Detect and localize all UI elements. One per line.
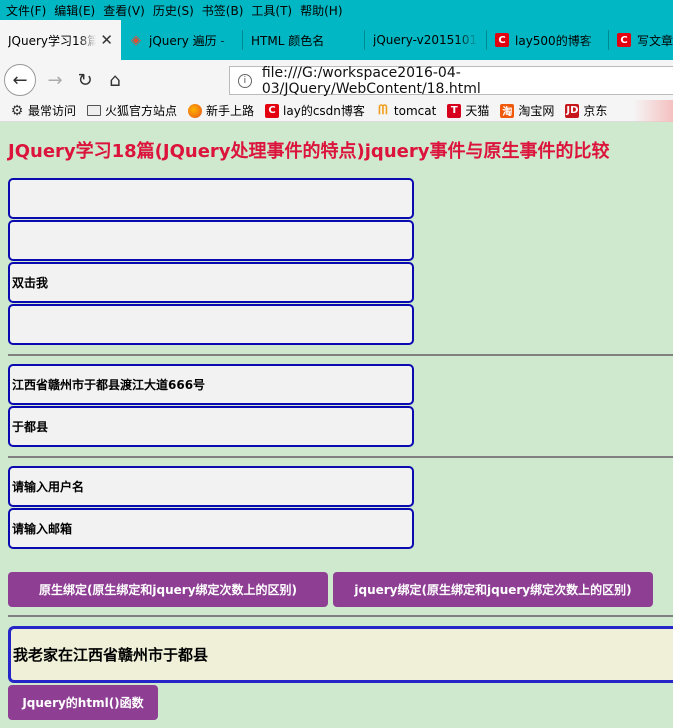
tab-jquery-study-18[interactable]: JQuery学习18篇 ✕ xyxy=(0,20,121,60)
username-field[interactable]: 请输入用户名 xyxy=(8,466,414,507)
county-box[interactable]: 于都县 xyxy=(8,406,414,447)
jquery-html-button[interactable]: Jquery的html()函数 xyxy=(8,685,158,720)
menu-help[interactable]: 帮助(H) xyxy=(298,2,348,19)
event-box[interactable] xyxy=(8,178,414,219)
tab-write-article[interactable]: C 写文章 xyxy=(609,20,673,60)
divider xyxy=(8,456,673,458)
jquery-bind-button[interactable]: jquery绑定(原生绑定和jquery绑定次数上的区别) xyxy=(333,572,653,607)
tab-jquery-version[interactable]: jQuery-v2015101 xyxy=(365,20,486,60)
back-arrow-icon[interactable]: ← xyxy=(4,64,36,96)
tab-label: lay500的博客 xyxy=(515,33,592,48)
bookmark-tmall[interactable]: T 天猫 xyxy=(447,102,489,119)
bookmark-label: lay的csdn博客 xyxy=(283,104,365,118)
tab-label: HTML 颜色名 xyxy=(251,33,325,48)
menu-edit[interactable]: 编辑(E) xyxy=(52,2,101,19)
taobao-icon: 淘 xyxy=(500,103,515,118)
email-field[interactable]: 请输入邮箱 xyxy=(8,508,414,549)
info-icon[interactable]: i xyxy=(238,73,252,88)
url-text: file:///G:/workspace2016-04-03/JQuery/We… xyxy=(261,64,481,97)
page-title: JQuery学习18篇(JQuery处理事件的特点)jquery事件与原生事件的… xyxy=(8,141,610,162)
menu-history[interactable]: 历史(S) xyxy=(151,2,200,19)
bookmark-label: tomcat xyxy=(393,103,437,118)
event-box[interactable] xyxy=(8,220,414,261)
native-bind-button[interactable]: 原生绑定(原生绑定和jquery绑定次数上的区别) xyxy=(8,572,328,607)
tab-label: 写文章 xyxy=(637,33,673,48)
divider xyxy=(8,615,673,617)
menu-view[interactable]: 查看(V) xyxy=(101,2,151,19)
bookmark-jd[interactable]: JD 京东 xyxy=(565,102,607,119)
tab-html-color-names[interactable]: HTML 颜色名 xyxy=(243,20,364,60)
overflow-fade xyxy=(633,100,673,122)
bookmark-label: 新手上路 xyxy=(206,104,255,118)
hometown-box: 我老家在江西省赣州市于都县 xyxy=(8,626,673,683)
csdn-icon: C xyxy=(495,33,509,47)
gear-icon: ⚙ xyxy=(10,102,24,119)
bookmark-tomcat[interactable]: ᗰ tomcat xyxy=(376,103,437,118)
bookmark-label: 淘宝网 xyxy=(518,104,555,118)
bookmark-firefox-site[interactable]: 火狐官方站点 xyxy=(87,102,177,119)
page-content: JQuery学习18篇(JQuery处理事件的特点)jquery事件与原生事件的… xyxy=(0,123,673,728)
menu-file[interactable]: 文件(F) xyxy=(4,2,52,19)
hometown-text: 我老家在江西省赣州市于都县 xyxy=(13,646,209,664)
jquery-icon: ◈ xyxy=(131,32,141,48)
tab-label: jQuery-v2015101 xyxy=(373,33,478,47)
bookmark-label: 天猫 xyxy=(465,104,490,118)
bookmark-label: 京东 xyxy=(583,104,608,118)
bookmark-most-visited[interactable]: ⚙ 最常访问 xyxy=(10,102,76,119)
firefox-icon xyxy=(188,103,203,118)
nav-bar: ← → ↻ ⌂ i file:///G:/workspace2016-04-03… xyxy=(0,60,673,100)
bookmark-getting-started[interactable]: 新手上路 xyxy=(188,102,254,119)
menu-bookmarks[interactable]: 书签(B) xyxy=(200,2,250,19)
csdn-icon: C xyxy=(617,33,631,47)
tab-strip: JQuery学习18篇 ✕ ◈ jQuery 遍历 - HTML 颜色名 jQu… xyxy=(0,20,673,60)
tab-label: JQuery学习18篇 xyxy=(8,33,97,48)
folder-icon xyxy=(87,105,102,116)
menu-bar: 文件(F) 编辑(E) 查看(V) 历史(S) 书签(B) 工具(T) 帮助(H… xyxy=(0,0,673,20)
bookmarks-bar: ⚙ 最常访问 火狐官方站点 新手上路 C lay的csdn博客 ᗰ tomcat… xyxy=(0,100,673,122)
reload-icon[interactable]: ↻ xyxy=(70,65,100,95)
tab-label: jQuery 遍历 - xyxy=(149,33,225,48)
event-box[interactable] xyxy=(8,304,414,345)
divider xyxy=(8,354,673,356)
tab-jquery-traversing[interactable]: ◈ jQuery 遍历 - xyxy=(121,20,242,60)
bookmark-lay-csdn[interactable]: C lay的csdn博客 xyxy=(265,102,365,119)
dblclick-box[interactable]: 双击我 xyxy=(8,262,414,303)
address-box[interactable]: 江西省赣州市于都县渡江大道666号 xyxy=(8,364,414,405)
bookmark-label: 火狐官方站点 xyxy=(105,104,178,118)
close-icon[interactable]: ✕ xyxy=(100,31,113,49)
forward-arrow-icon[interactable]: → xyxy=(40,65,70,95)
tab-lay500-blog[interactable]: C lay500的博客 xyxy=(487,20,608,60)
address-bar[interactable]: i file:///G:/workspace2016-04-03/JQuery/… xyxy=(229,64,673,97)
jd-icon: JD xyxy=(565,103,580,118)
bookmark-label: 最常访问 xyxy=(28,104,77,118)
menu-tools[interactable]: 工具(T) xyxy=(249,2,298,19)
tomcat-icon: ᗰ xyxy=(378,103,388,118)
csdn-icon: C xyxy=(265,103,280,118)
home-icon[interactable]: ⌂ xyxy=(100,65,130,95)
bookmark-taobao[interactable]: 淘 淘宝网 xyxy=(500,102,554,119)
tmall-icon: T xyxy=(447,103,462,118)
